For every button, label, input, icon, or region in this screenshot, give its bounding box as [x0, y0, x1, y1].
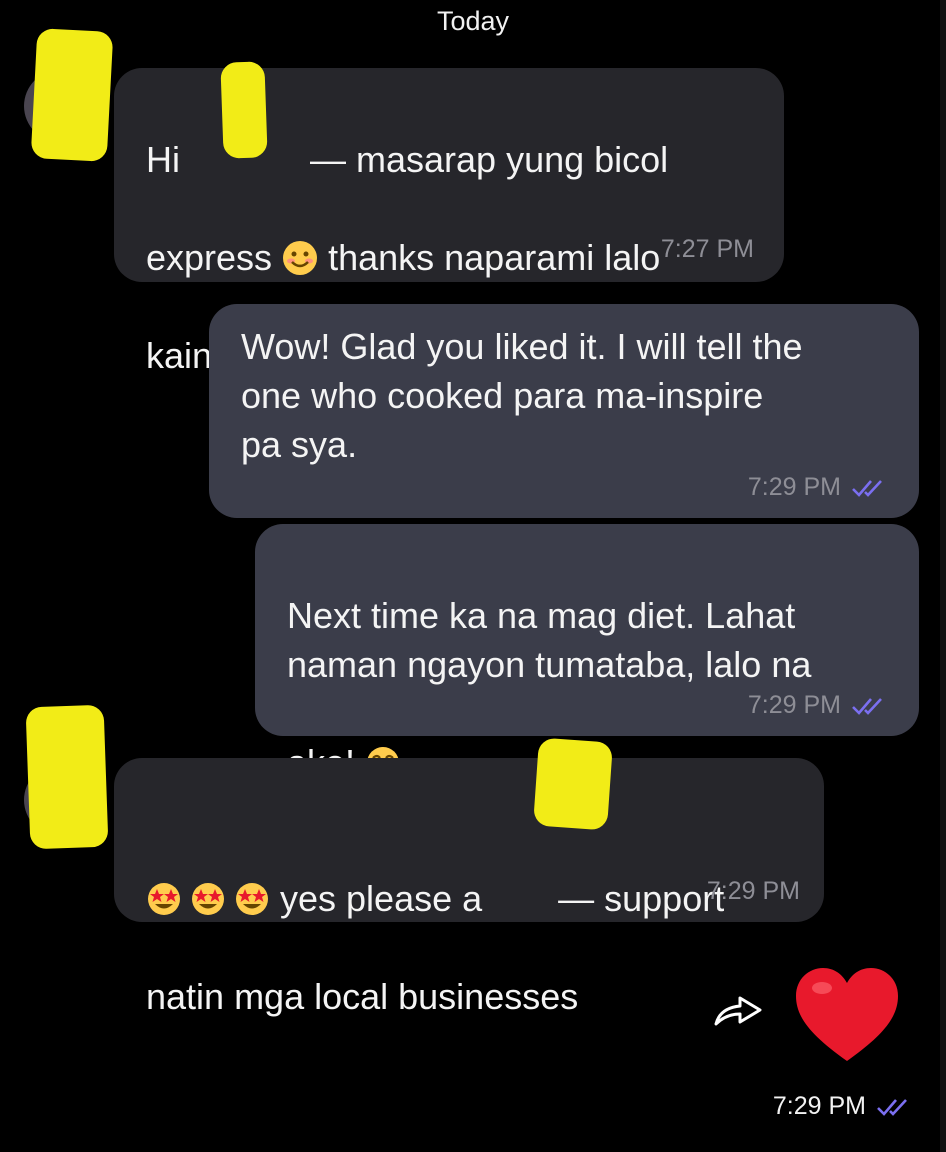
- redaction-mark: [30, 28, 114, 162]
- message-time: 7:29 PM: [707, 877, 800, 906]
- star-struck-emoji: [236, 883, 268, 915]
- message-bubble-outgoing[interactable]: Next time ka na mag diet. Lahat naman ng…: [255, 524, 919, 783]
- forward-icon[interactable]: [710, 990, 766, 1030]
- message-text: — masarap yung bicol: [310, 139, 669, 180]
- redaction-mark: [533, 737, 613, 831]
- read-receipt-icon: [852, 479, 882, 497]
- time-label: 7:29 PM: [706, 877, 800, 905]
- star-struck-emoji: [148, 883, 180, 915]
- message-line: yes please a — support: [146, 825, 806, 923]
- message-time: 7:29 PM: [748, 473, 889, 502]
- message-line: natin mga local businesses: [146, 976, 579, 1017]
- time-label: 7:29 PM: [747, 473, 841, 501]
- time-label: 7:29 PM: [747, 691, 841, 719]
- message-text: Hi: [146, 139, 190, 180]
- scrollbar[interactable]: [940, 0, 946, 1152]
- read-receipt-icon: [877, 1098, 907, 1116]
- message-time: 7:27 PM: [661, 235, 754, 264]
- date-separator: Today: [436, 6, 510, 36]
- message-bubble-incoming[interactable]: Hi — masarap yung bicol express thanks n…: [114, 68, 784, 376]
- redaction-mark: [25, 704, 109, 850]
- message-time: 7:29 PM: [748, 691, 889, 720]
- time-label: 7:29 PM: [772, 1092, 866, 1120]
- message-bubble-outgoing[interactable]: Wow! Glad you liked it. I will tell the …: [209, 304, 919, 518]
- message-text: Wow! Glad you liked it. I will tell the …: [241, 326, 803, 465]
- star-struck-emoji: [192, 883, 224, 915]
- message-text: — support: [558, 878, 725, 919]
- redaction-mark: [220, 61, 268, 159]
- message-text: Next time ka na mag diet. Lahat naman ng…: [287, 595, 812, 685]
- message-time: 7:29 PM: [773, 1092, 914, 1121]
- read-receipt-icon: [852, 697, 882, 715]
- time-label: 7:27 PM: [660, 235, 754, 263]
- red-heart-icon[interactable]: [792, 966, 902, 1066]
- message-text: express: [146, 237, 283, 278]
- message-bubble-incoming[interactable]: yes please a — support natin mga local bu…: [114, 758, 824, 1017]
- smiling-face-emoji: [283, 241, 318, 275]
- message-text: thanks naparami lalo: [318, 237, 661, 278]
- message-text: yes please a: [270, 878, 483, 919]
